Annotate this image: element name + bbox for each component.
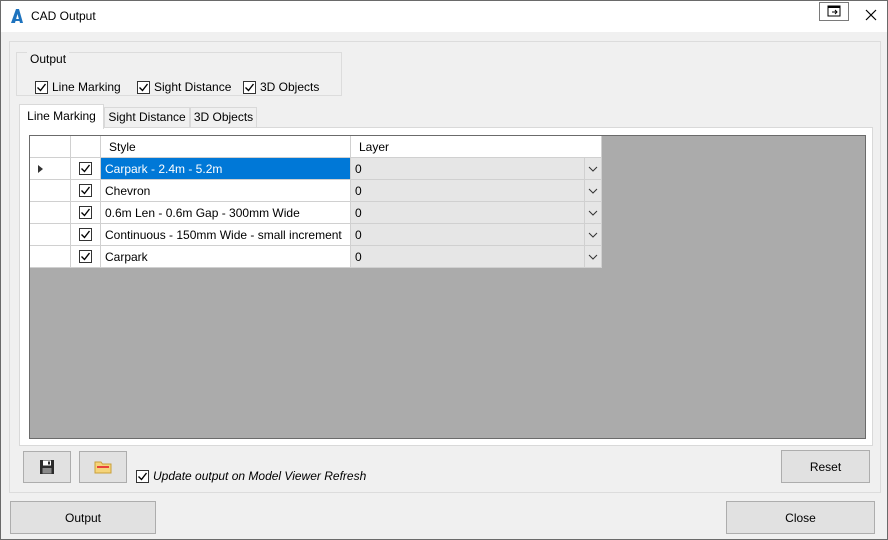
grid-corner-header [30, 136, 71, 158]
main-content: Output Line Marking Sight Distance 3D Ob… [9, 41, 881, 493]
output-group: Output Line Marking Sight Distance 3D Ob… [16, 52, 342, 96]
style-value: Carpark [105, 250, 148, 264]
output-group-legend: Output [27, 52, 70, 66]
dropdown-button[interactable] [584, 180, 601, 201]
style-value: Continuous - 150mm Wide - small incremen… [105, 228, 342, 242]
checkbox-box[interactable] [136, 469, 149, 483]
chevron-down-icon [588, 232, 598, 238]
layer-value: 0 [355, 206, 362, 220]
row-header[interactable] [30, 158, 71, 180]
style-cell[interactable]: Continuous - 150mm Wide - small incremen… [101, 224, 351, 246]
sight-distance-checkbox[interactable]: Sight Distance [137, 80, 231, 94]
style-value: 0.6m Len - 0.6m Gap - 300mm Wide [105, 206, 300, 220]
row-header[interactable] [30, 180, 71, 202]
folder-icon [94, 461, 112, 474]
check-icon [37, 83, 47, 92]
layer-dropdown[interactable]: 0 [351, 246, 602, 268]
layer-value: 0 [355, 228, 362, 242]
window-title: CAD Output [31, 9, 96, 23]
row-header[interactable] [30, 224, 71, 246]
check-icon [81, 208, 91, 217]
layer-value: 0 [355, 162, 362, 176]
column-header-style[interactable]: Style [101, 136, 351, 158]
tab-3d-objects[interactable]: 3D Objects [190, 107, 257, 128]
checkbox-box[interactable] [137, 80, 150, 94]
cad-output-window: CAD Output Output Line Marking Sight Dis… [0, 0, 888, 540]
row-checkbox-cell[interactable] [71, 224, 101, 246]
row-header[interactable] [30, 246, 71, 268]
style-cell[interactable]: 0.6m Len - 0.6m Gap - 300mm Wide [101, 202, 351, 224]
grid-check-header [71, 136, 101, 158]
row-checkbox[interactable] [79, 250, 92, 263]
style-cell[interactable]: Carpark [101, 246, 351, 268]
layer-value: 0 [355, 184, 362, 198]
layer-dropdown[interactable]: 0 [351, 224, 602, 246]
row-checkbox-cell[interactable] [71, 246, 101, 268]
checkbox-label: Sight Distance [154, 80, 232, 94]
current-row-arrow-icon [38, 165, 43, 173]
check-icon [81, 164, 91, 173]
3d-objects-checkbox[interactable]: 3D Objects [243, 80, 319, 94]
layer-dropdown[interactable]: 0 [351, 180, 602, 202]
tab-line-marking[interactable]: Line Marking [19, 104, 104, 129]
style-cell[interactable]: Chevron [101, 180, 351, 202]
chevron-down-icon [588, 166, 598, 172]
check-icon [245, 83, 255, 92]
style-cell[interactable]: Carpark - 2.4m - 5.2m [101, 158, 351, 180]
tab-sight-distance[interactable]: Sight Distance [104, 107, 190, 128]
column-header-layer[interactable]: Layer [351, 136, 602, 158]
window-pin-button[interactable] [819, 2, 849, 21]
checkbox-box[interactable] [35, 80, 48, 94]
checkbox-label: Line Marking [52, 80, 121, 94]
chevron-down-icon [588, 210, 598, 216]
checkbox-label: 3D Objects [260, 80, 320, 94]
check-icon [81, 186, 91, 195]
window-pin-icon [827, 5, 841, 17]
check-icon [139, 83, 149, 92]
title-bar: CAD Output [1, 1, 887, 32]
dropdown-button[interactable] [584, 202, 601, 223]
dropdown-button[interactable] [584, 224, 601, 245]
style-grid: Style Layer Carpark - 2.4m - 5.2m 0 Chev… [29, 135, 866, 439]
row-checkbox[interactable] [79, 162, 92, 175]
row-header[interactable] [30, 202, 71, 224]
layer-dropdown[interactable]: 0 [351, 158, 602, 180]
line-marking-checkbox[interactable]: Line Marking [35, 80, 121, 94]
column-header-label: Style [109, 140, 136, 154]
chevron-down-icon [588, 188, 598, 194]
check-icon [138, 472, 148, 481]
line-marking-panel: Style Layer Carpark - 2.4m - 5.2m 0 Chev… [19, 127, 873, 446]
checkbox-label: Update output on Model Viewer Refresh [153, 469, 367, 483]
layer-value: 0 [355, 250, 362, 264]
column-header-label: Layer [359, 140, 390, 154]
checkbox-box[interactable] [243, 80, 256, 94]
row-checkbox-cell[interactable] [71, 180, 101, 202]
close-icon[interactable] [863, 7, 879, 23]
reset-button[interactable]: Reset [781, 450, 870, 483]
autodesk-a-icon [11, 9, 23, 23]
close-button[interactable]: Close [726, 501, 875, 534]
update-on-refresh-checkbox[interactable]: Update output on Model Viewer Refresh [136, 469, 366, 483]
save-button[interactable] [23, 451, 71, 483]
style-value: Carpark - 2.4m - 5.2m [105, 162, 223, 176]
output-button[interactable]: Output [10, 501, 156, 534]
layer-dropdown[interactable]: 0 [351, 202, 602, 224]
check-icon [81, 252, 91, 261]
chevron-down-icon [588, 254, 598, 260]
dropdown-button[interactable] [584, 246, 601, 267]
row-checkbox[interactable] [79, 184, 92, 197]
floppy-disk-icon [40, 460, 54, 474]
row-checkbox-cell[interactable] [71, 158, 101, 180]
row-checkbox[interactable] [79, 206, 92, 219]
row-checkbox[interactable] [79, 228, 92, 241]
dropdown-button[interactable] [584, 158, 601, 179]
open-folder-button[interactable] [79, 451, 127, 483]
check-icon [81, 230, 91, 239]
style-value: Chevron [105, 184, 151, 198]
row-checkbox-cell[interactable] [71, 202, 101, 224]
